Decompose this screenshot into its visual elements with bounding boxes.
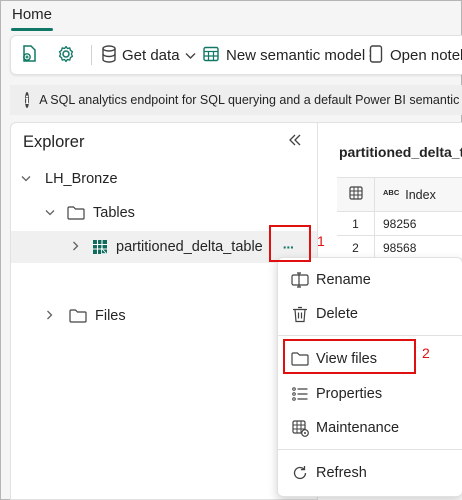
chevron-right-icon[interactable] [43, 309, 57, 323]
lakehouse-settings-button[interactable] [19, 36, 39, 74]
menu-label: Rename [316, 272, 371, 288]
menu-item-delete[interactable]: Delete [278, 298, 462, 330]
menu-item-refresh[interactable]: Refresh [278, 457, 462, 489]
trash-icon [290, 306, 310, 323]
tree-item-lakehouse[interactable]: LH_Bronze [11, 163, 317, 195]
cell-value: 98568 [383, 240, 417, 255]
folder-icon [69, 309, 87, 323]
tab-home[interactable]: Home [12, 6, 52, 23]
row-number: 2 [337, 236, 375, 259]
menu-item-properties[interactable]: Properties [278, 378, 462, 410]
maintenance-icon [290, 419, 310, 437]
lakehouse-name: LH_Bronze [45, 171, 118, 187]
select-all-cell[interactable] [337, 178, 375, 211]
info-banner-text: A SQL analytics endpoint for SQL queryin… [39, 93, 462, 107]
chevron-right-icon[interactable] [69, 240, 83, 254]
tables-folder-label: Tables [93, 205, 135, 221]
notebook-icon [369, 44, 383, 66]
new-semantic-model-button[interactable]: New semantic model [203, 36, 365, 74]
table-grid-icon [203, 46, 219, 65]
menu-label: Refresh [316, 465, 367, 481]
files-folder-label: Files [95, 308, 126, 324]
table-icon [348, 186, 363, 203]
context-menu: Rename Delete View files Properties Main… [277, 257, 462, 497]
preview-grid: ABC Index 1 98256 2 98568 [337, 177, 462, 260]
table-name-label: partitioned_delta_table [116, 239, 263, 255]
new-semantic-model-label: New semantic model [226, 46, 366, 64]
database-icon [101, 44, 117, 66]
folder-icon [67, 206, 85, 220]
menu-label: Delete [316, 306, 358, 322]
row-number: 1 [337, 212, 375, 235]
explorer-panel: Explorer LH_Bronze Tables partitioned_de… [10, 122, 317, 500]
explorer-title: Explorer [23, 133, 85, 151]
chevron-down-icon [185, 47, 196, 63]
column-type-badge: ABC [383, 188, 400, 197]
lakehouse-icon [19, 44, 39, 67]
menu-divider [278, 449, 462, 450]
annotation-number-1: 1 [317, 233, 325, 249]
grid-header-row: ABC Index [337, 178, 462, 212]
toolbar-divider [91, 45, 92, 65]
get-data-label: Get data [122, 46, 180, 64]
get-data-button[interactable]: Get data [101, 36, 196, 74]
chevron-down-icon[interactable] [19, 172, 33, 186]
menu-item-maintenance[interactable]: Maintenance [278, 412, 462, 444]
app-window: Home Get data New semantic model Open no… [0, 0, 462, 500]
properties-list-icon [290, 386, 310, 402]
collapse-panel-button[interactable] [288, 131, 302, 152]
column-header-label: Index [405, 187, 436, 202]
rename-icon [290, 272, 310, 288]
table-row: 1 98256 [337, 212, 462, 236]
open-notebook-button[interactable]: Open notebo [369, 36, 462, 74]
annotation-number-2: 2 [422, 345, 430, 361]
settings-button[interactable] [56, 36, 76, 74]
annotation-box-step-1 [269, 225, 311, 262]
toolbar: Get data New semantic model Open note [10, 35, 462, 75]
open-notebook-label: Open notebo [390, 46, 462, 64]
column-header-index[interactable]: ABC Index [375, 188, 436, 202]
tree-item-files[interactable]: Files [11, 300, 317, 332]
delta-table-icon [92, 239, 108, 255]
cell-value: 98256 [383, 216, 417, 231]
menu-item-rename[interactable]: Rename [278, 264, 462, 296]
menu-divider [278, 335, 462, 336]
menu-label: Properties [316, 386, 383, 402]
double-chevron-left-icon [288, 131, 302, 151]
info-icon: i [25, 92, 30, 108]
preview-title: partitioned_delta_ta [339, 144, 462, 160]
info-banner: i A SQL analytics endpoint for SQL query… [10, 85, 462, 115]
annotation-box-step-2 [283, 339, 416, 374]
refresh-icon [290, 465, 310, 481]
chevron-down-icon[interactable] [43, 206, 57, 220]
gear-icon [56, 44, 76, 67]
tab-active-indicator [11, 28, 53, 31]
menu-label: Maintenance [316, 420, 400, 436]
